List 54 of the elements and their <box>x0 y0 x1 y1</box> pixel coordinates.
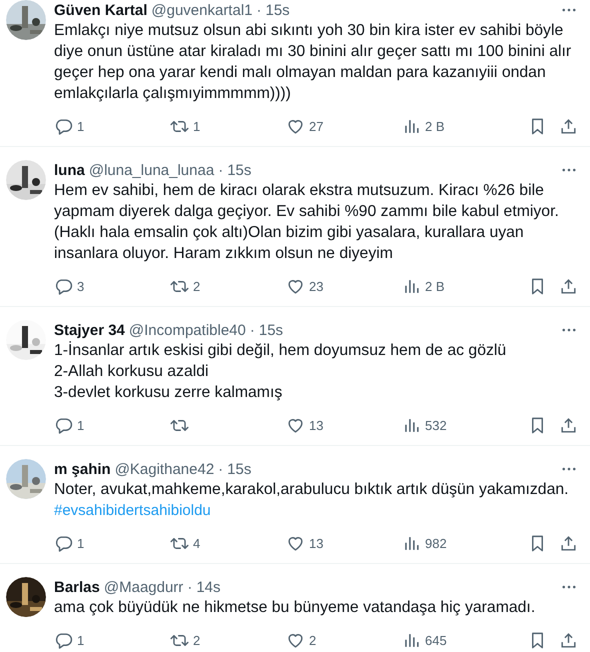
replie-count: 3 <box>77 278 84 294</box>
user-handle[interactable]: @luna_luna_lunaa <box>88 162 214 178</box>
replie-count: 1 <box>77 118 84 134</box>
like-count: 13 <box>309 418 324 432</box>
repost-count: 2 <box>193 632 200 648</box>
repost-count: 1 <box>193 118 200 134</box>
view-count: 532 <box>425 418 447 432</box>
like-count: 27 <box>309 118 324 134</box>
view-count: 2 B <box>425 118 445 134</box>
view-count: 2 B <box>425 278 445 294</box>
reply-icon[interactable] <box>54 630 73 650</box>
reply-icon[interactable] <box>54 416 73 434</box>
share-icon[interactable] <box>559 534 578 552</box>
like-count: 23 <box>309 278 324 294</box>
post-text: Noter, avukat,mahkeme,karakol,arabulucu bıktık artık düşün yakamızdan. <box>54 480 570 500</box>
replie-count: 1 <box>77 536 84 550</box>
user-handle[interactable]: @Maagdurr <box>104 578 184 596</box>
separator-dot: · <box>256 2 262 18</box>
share-icon[interactable] <box>559 630 578 650</box>
post-time[interactable]: 15s <box>227 162 252 178</box>
reply-icon[interactable] <box>54 276 73 296</box>
repost-count: 4 <box>193 536 200 550</box>
view-count: 645 <box>425 632 447 648</box>
like-count: 13 <box>309 536 324 550</box>
user-name[interactable]: Barlas <box>54 578 100 596</box>
user-handle[interactable]: @guvenkartal1 <box>151 2 252 18</box>
share-icon[interactable] <box>559 116 578 136</box>
user-handle[interactable]: @Incompatible40 <box>128 322 246 338</box>
share-icon[interactable] <box>559 276 578 296</box>
user-name[interactable]: Güven Kartal <box>54 2 148 18</box>
reply-icon[interactable] <box>54 116 73 136</box>
share-icon[interactable] <box>559 416 578 434</box>
separator-dot: · <box>187 578 192 596</box>
user-name[interactable]: m şahin <box>54 460 111 478</box>
separator-dot: · <box>250 322 255 338</box>
post-time[interactable]: 15s <box>258 322 284 338</box>
post-time[interactable]: 15s <box>227 460 252 478</box>
user-handle[interactable]: @Kagithane42 <box>114 460 214 478</box>
separator-dot: · <box>218 162 224 178</box>
post-text: ama çok büyüdük ne hikmetse bu bünyeme vatandaşa hiç yaramadı. <box>54 598 536 618</box>
user-name[interactable]: luna <box>54 162 85 178</box>
replie-count: 1 <box>77 418 84 432</box>
post-time[interactable]: 14s <box>196 578 220 596</box>
user-name[interactable]: Stajyer 34 <box>54 322 125 338</box>
like-count: 2 <box>309 632 316 648</box>
post-text: 1-İnsanlar artık eskisi gibi değil, hem doyumsuz hem de ac gözlü 2-Allah korkusu azaldi 3-devlet korkusu zerre kalmamış <box>54 340 508 403</box>
reply-icon[interactable] <box>54 534 73 552</box>
post-time[interactable]: 15s <box>266 2 290 18</box>
repost-count: 2 <box>193 278 200 294</box>
post-text: Emlakçı niye mutsuz olsun abi sıkıntı yoh 30 bin kira ister ev sahibi böyle diye onun üstüne atar kiraladı mı 30 binini alır geçer sattı mı 100 binini alır geçer hep ona yarar kendi malı olmayan maldan para kazanıyiii ondan emlakçılarla çalışmıyimmmmm)))) <box>54 21 572 104</box>
replie-count: 1 <box>77 632 84 648</box>
post-text: Hem ev sahibi, hem de kiracı olarak ekstra mutsuzum. Kiracı %26 bile yapmam diyerek dalga geçiyor. Ev sahibi %90 zammı bile kabul etmiyor. (Haklı hala emsalin çok altı)Olan bizim gibi yasalara, kurallara uyan insanlara oluyor. Haram zıkkım olsun ne diyeyim <box>54 181 560 264</box>
view-count: 982 <box>425 536 447 550</box>
separator-dot: · <box>218 460 224 478</box>
